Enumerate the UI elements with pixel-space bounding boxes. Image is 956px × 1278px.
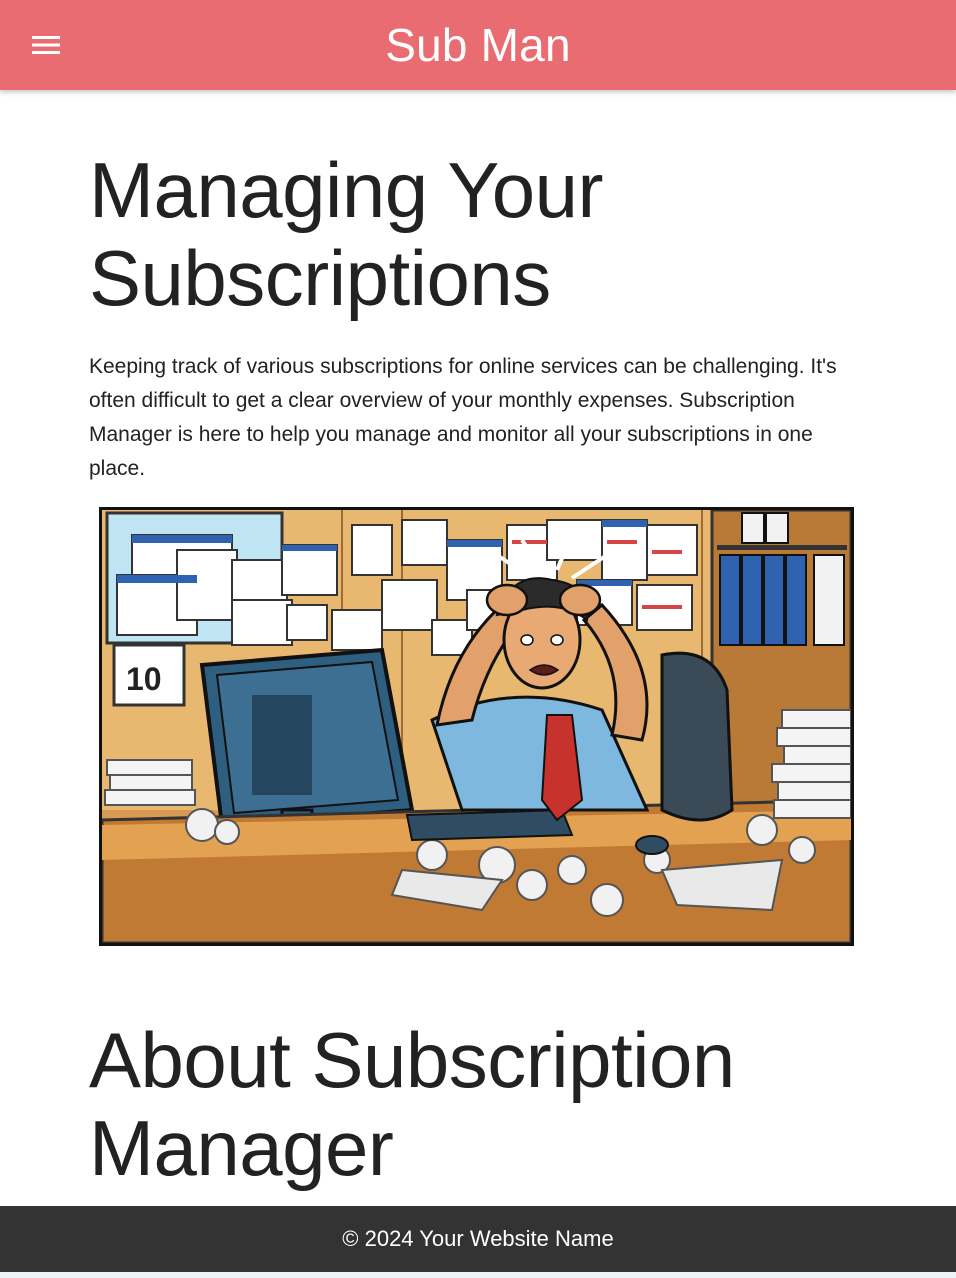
footer: © 2024 Your Website Name <box>0 1206 956 1272</box>
illustration-graphic: 10 <box>102 510 851 943</box>
calendar-number: 10 <box>126 661 162 697</box>
app-title: Sub Man <box>385 19 571 71</box>
about-heading: About Subscription Manager <box>89 1016 735 1192</box>
top-app-bar: Sub Man <box>0 0 956 90</box>
main-content: Managing Your Subscriptions Keeping trac… <box>0 90 956 1206</box>
stressed-office-worker-illustration: 10 <box>99 507 854 946</box>
bottom-strip <box>0 1272 956 1278</box>
page-title: Managing Your Subscriptions <box>89 146 603 322</box>
intro-paragraph: Keeping track of various subscriptions f… <box>89 355 837 480</box>
footer-text: © 2024 Your Website Name <box>342 1226 614 1251</box>
